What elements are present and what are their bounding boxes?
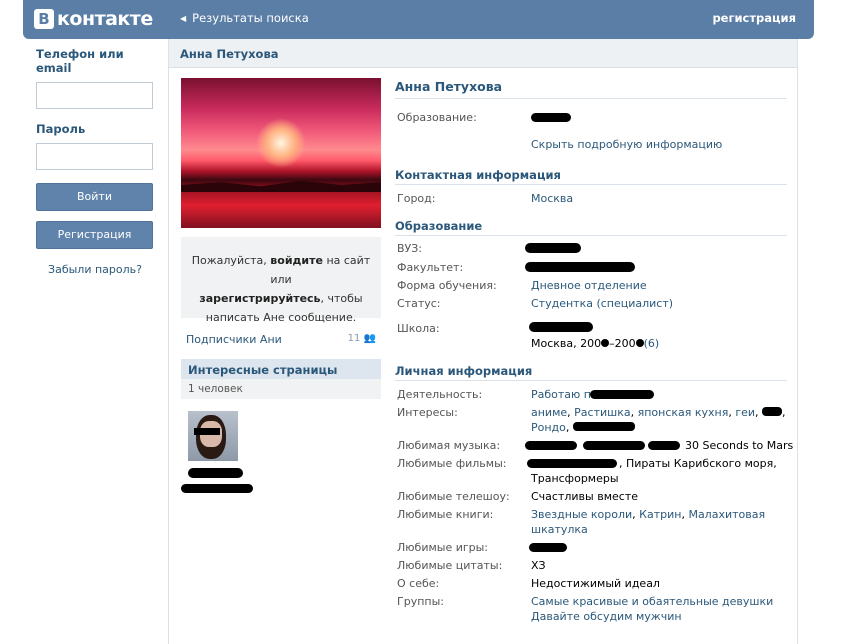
redacted-value	[531, 113, 571, 122]
sun-glow	[256, 118, 306, 168]
subscribers-count: 11 👥	[348, 333, 376, 346]
city-label: Город:	[397, 192, 436, 205]
quotes-value: ХЗ	[531, 559, 546, 572]
message-box: Пожалуйста, войдите на сайт или зарегист…	[181, 237, 381, 324]
books-value: Звездные короли, Катрин, Малахитовая шкат…	[531, 508, 766, 536]
university-label: ВУЗ:	[397, 242, 423, 255]
subscribers-count-value: 11	[347, 333, 361, 344]
status-value[interactable]: Студентка (специалист)	[531, 296, 673, 311]
vk-logo[interactable]: В контакте	[34, 7, 153, 31]
message-register-link[interactable]: зарегистрируйтесь	[199, 292, 320, 305]
book-link[interactable]: шкатулка	[531, 523, 588, 536]
redacted-value	[648, 441, 680, 450]
group-link-2[interactable]: Давайте обсудим мужчин	[531, 609, 682, 624]
interest-link[interactable]: японская кухня	[638, 406, 729, 419]
personal-section-title: Личная информация	[395, 364, 787, 381]
school-grade[interactable]: (6)	[644, 337, 660, 350]
music-value: 30 Seconds to Mars	[685, 439, 794, 452]
redacted-value	[527, 459, 617, 468]
music-label: Любимая музыка:	[397, 439, 501, 452]
message-text: Пожалуйста,	[191, 254, 267, 267]
tv-value: Счастливы вместе	[531, 490, 638, 503]
phone-input[interactable]	[36, 82, 153, 109]
games-label: Любимые игры:	[397, 541, 489, 554]
divider	[395, 98, 787, 99]
interest-link[interactable]: Рондо	[531, 421, 566, 434]
study-form-value[interactable]: Дневное отделение	[531, 278, 647, 293]
back-to-search-link[interactable]: ◀ Результаты поиска	[180, 11, 309, 25]
book-link[interactable]: Катрин	[639, 508, 681, 521]
movies-value: , Пираты Карибского моря,	[619, 457, 777, 470]
interesting-pages-count: 1 человек	[181, 379, 381, 399]
school-year: –200	[609, 337, 636, 350]
redacted-value	[583, 441, 645, 450]
school-details: Москва, 200 –200 (6)	[531, 336, 659, 351]
interesting-pages-title[interactable]: Интересные страницы	[181, 359, 381, 379]
status-label: Статус:	[397, 297, 441, 310]
contact-section-title: Контактная информация	[395, 168, 787, 185]
profile-name: Анна Петухова	[395, 79, 503, 94]
groups-label: Группы:	[397, 595, 444, 608]
redacted-value	[525, 262, 635, 272]
redacted-name	[181, 484, 253, 493]
top-header: В контакте ◀ Результаты поиска регистрац…	[23, 0, 814, 39]
password-input[interactable]	[36, 143, 153, 170]
logo-letter: В	[34, 9, 54, 29]
books-label: Любимые книги:	[397, 508, 494, 521]
activity-text: Работаю п	[531, 388, 591, 401]
login-panel: Телефон или email Пароль Войти Регистрац…	[36, 47, 154, 276]
avatar-censor-bar	[194, 428, 220, 435]
group-link-1[interactable]: Самые красивые и обаятельные девушки	[531, 594, 773, 609]
interest-link[interactable]: Растишка	[574, 406, 630, 419]
interests-label: Интересы:	[397, 406, 458, 419]
redacted-value	[529, 543, 567, 552]
redacted-value	[525, 441, 577, 450]
interesting-avatar[interactable]	[188, 411, 238, 461]
interests-value: аниме, Растишка, японская кухня, геи, ,Р…	[531, 406, 786, 434]
movies-label: Любимые фильмы:	[397, 457, 507, 470]
activity-value[interactable]: Работаю п	[531, 387, 591, 402]
message-login-link[interactable]: войдите	[270, 254, 323, 267]
activity-label: Деятельность:	[397, 388, 483, 401]
school-city-value: Москва, 200	[531, 337, 602, 350]
back-arrow-icon: ◀	[180, 13, 187, 23]
profile-bar-title: Анна Петухова	[169, 39, 797, 68]
forgot-password-link[interactable]: Забыли пароль?	[36, 263, 154, 276]
study-form-label: Форма обучения:	[397, 279, 497, 292]
city-value[interactable]: Москва	[531, 191, 573, 206]
profile-photo[interactable]	[181, 78, 381, 228]
subscribers-label: Подписчики Ани	[186, 333, 282, 346]
password-label: Пароль	[36, 122, 86, 136]
back-label: Результаты поиска	[192, 11, 309, 25]
redacted-name	[188, 468, 243, 478]
tv-label: Любимые телешоу:	[397, 490, 510, 503]
about-value: Недостижимый идеал	[531, 577, 660, 590]
redacted-value	[590, 390, 654, 399]
interest-link[interactable]: геи	[735, 406, 755, 419]
school-label: Школа:	[397, 322, 440, 335]
about-label: О себе:	[397, 577, 440, 590]
redacted-value	[525, 243, 581, 253]
interest-link[interactable]: аниме	[531, 406, 567, 419]
login-button[interactable]: Войти	[36, 183, 153, 211]
education-section-title: Образование	[395, 219, 787, 236]
subscribers-row[interactable]: Подписчики Ани 11 👥	[186, 333, 376, 346]
register-button[interactable]: Регистрация	[36, 221, 153, 249]
profile-main: Анна Петухова Пожалуйста, войдите на сай…	[168, 39, 798, 644]
hills-silhouette	[181, 180, 381, 192]
quotes-label: Любимые цитаты:	[397, 559, 503, 572]
logo-text: контакте	[57, 8, 153, 30]
faculty-label: Факультет:	[397, 261, 464, 274]
users-icon: 👥	[363, 333, 376, 344]
education-label: Образование:	[397, 111, 477, 124]
phone-label: Телефон или email	[36, 47, 124, 75]
movies-value-2: Трансформеры	[531, 472, 619, 485]
book-link[interactable]: Малахитовая	[688, 508, 765, 521]
hide-details-link[interactable]: Скрыть подробную информацию	[531, 137, 722, 152]
header-register-link[interactable]: регистрация	[712, 11, 796, 25]
redacted-value	[529, 322, 593, 332]
book-link[interactable]: Звездные короли	[531, 508, 632, 521]
